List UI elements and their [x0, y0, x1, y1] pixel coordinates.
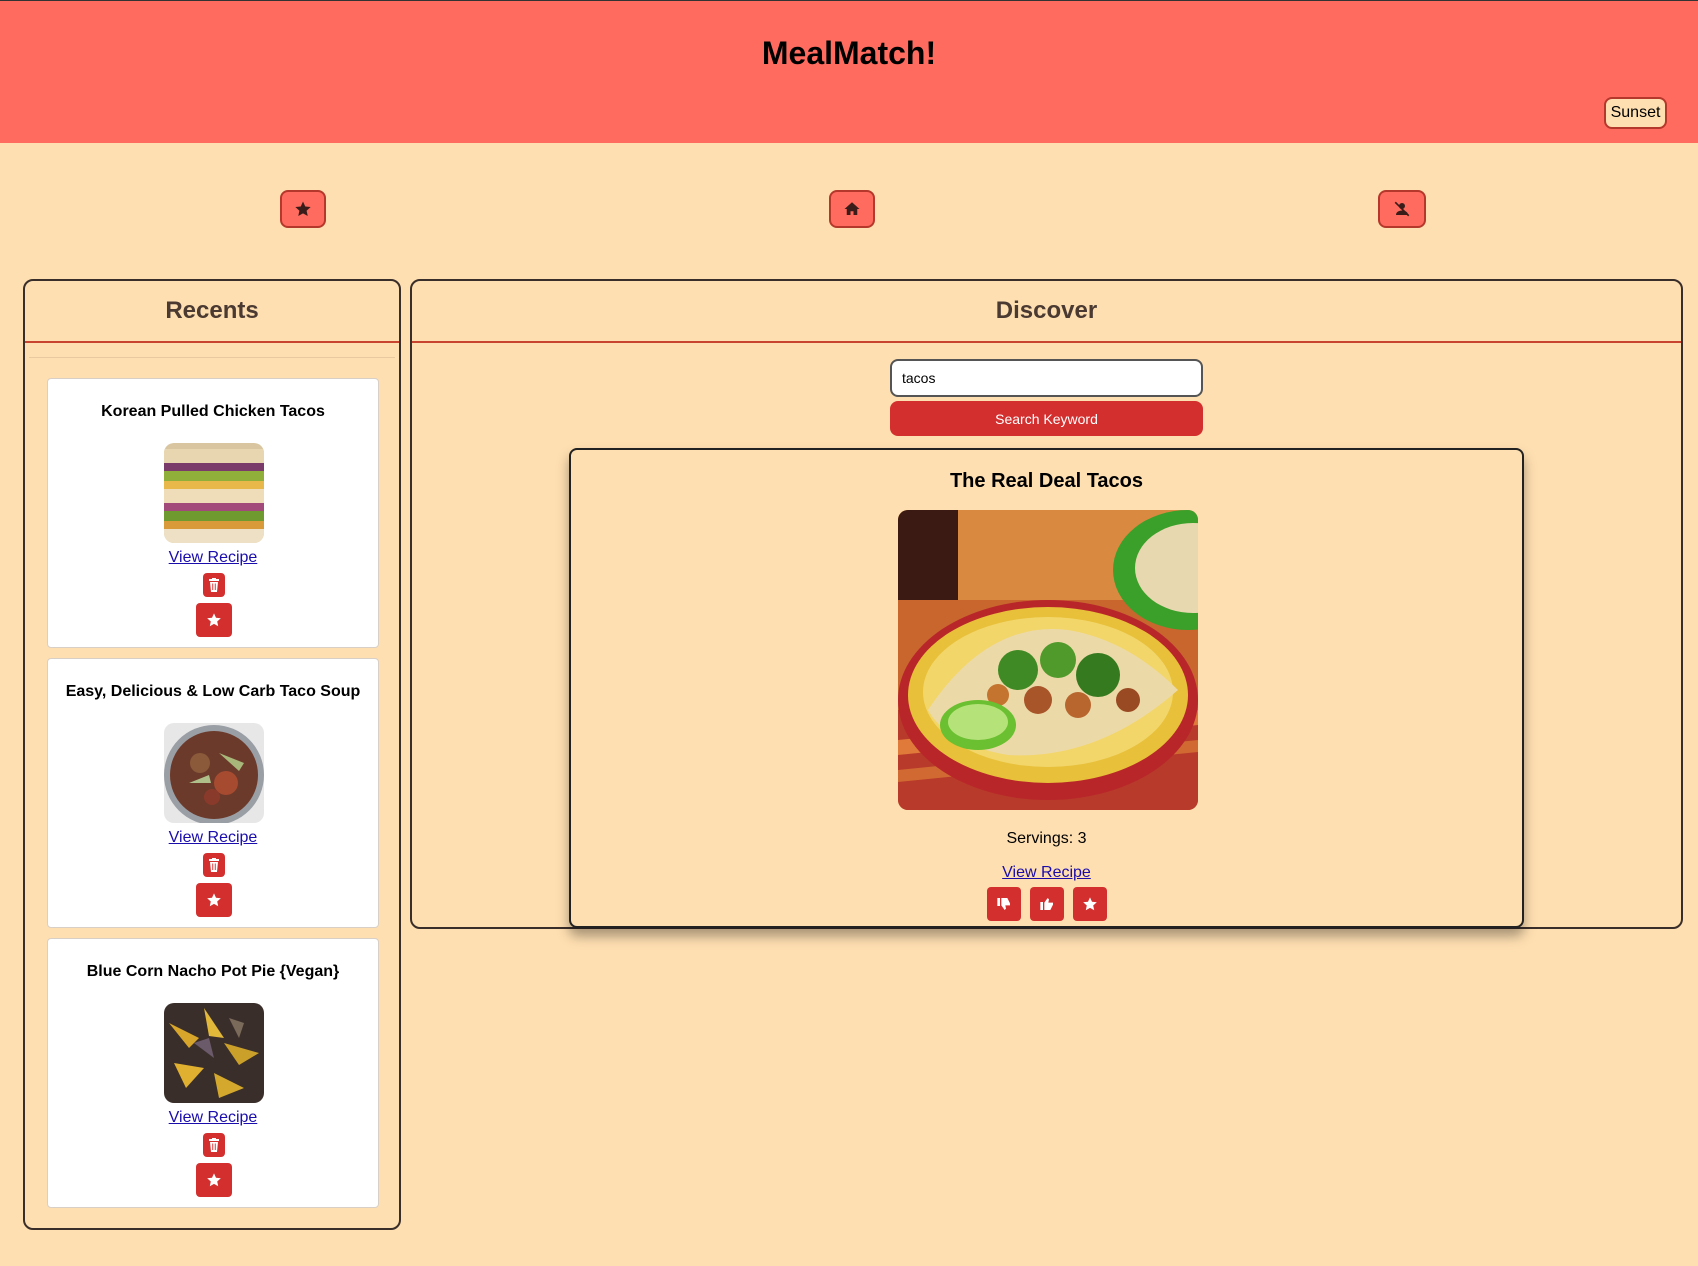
recipe-title: Korean Pulled Chicken Tacos [101, 403, 325, 420]
user-slash-icon [1394, 201, 1410, 217]
dislike-button[interactable] [987, 887, 1021, 921]
delete-button[interactable] [203, 573, 225, 597]
view-recipe-link[interactable]: View Recipe [48, 829, 378, 847]
divider [29, 357, 395, 358]
star-icon [1083, 897, 1097, 911]
recipe-image [164, 1003, 264, 1103]
recents-heading: Recents [25, 281, 399, 343]
star-icon [295, 201, 311, 217]
search-keyword-button[interactable]: Search Keyword [890, 401, 1203, 436]
thumbs-down-icon [997, 898, 1010, 910]
theme-toggle-button[interactable]: Sunset [1604, 97, 1667, 129]
recipe-image [164, 443, 264, 543]
discover-heading: Discover [412, 281, 1681, 343]
recipe-title: Blue Corn Nacho Pot Pie {Vegan} [86, 963, 340, 980]
search-input[interactable] [890, 359, 1203, 397]
trash-icon [209, 1138, 219, 1152]
recipe-image [164, 723, 264, 823]
recipe-title: Easy, Delicious & Low Carb Taco Soup [65, 683, 361, 700]
profile-nav-button[interactable] [1378, 190, 1426, 228]
favorite-button[interactable] [196, 1163, 232, 1197]
delete-button[interactable] [203, 853, 225, 877]
recent-card: Easy, Delicious & Low Carb Taco Soup Vie… [47, 658, 379, 928]
servings-text: Servings: 3 [1006, 830, 1087, 847]
home-nav-button[interactable] [829, 190, 875, 228]
recents-panel: Recents Korean Pulled Chicken Tacos View… [23, 279, 401, 1230]
recent-card: Blue Corn Nacho Pot Pie {Vegan} View Rec… [47, 938, 379, 1208]
view-recipe-link[interactable]: View Recipe [48, 549, 378, 567]
app-title: MealMatch! [761, 35, 937, 71]
recipe-title: The Real Deal Tacos [949, 470, 1144, 492]
recent-card: Korean Pulled Chicken Tacos View Recipe [47, 378, 379, 648]
home-icon [844, 202, 860, 215]
favorite-button[interactable] [196, 603, 232, 637]
app-header: MealMatch! Sunset [0, 0, 1698, 143]
thumbs-up-icon [1040, 898, 1053, 910]
favorite-button[interactable] [1073, 887, 1107, 921]
like-button[interactable] [1030, 887, 1064, 921]
delete-button[interactable] [203, 1133, 225, 1157]
trash-icon [209, 858, 219, 872]
star-icon [207, 1173, 221, 1187]
star-icon [207, 613, 221, 627]
view-recipe-link[interactable]: View Recipe [48, 1109, 378, 1127]
favorite-button[interactable] [196, 883, 232, 917]
trash-icon [209, 578, 219, 592]
view-recipe-link[interactable]: View Recipe [571, 864, 1522, 882]
recipe-card: The Real Deal Tacos Servings: 3 View Rec… [569, 448, 1524, 928]
favorites-nav-button[interactable] [280, 190, 326, 228]
recipe-image [898, 510, 1198, 810]
star-icon [207, 893, 221, 907]
